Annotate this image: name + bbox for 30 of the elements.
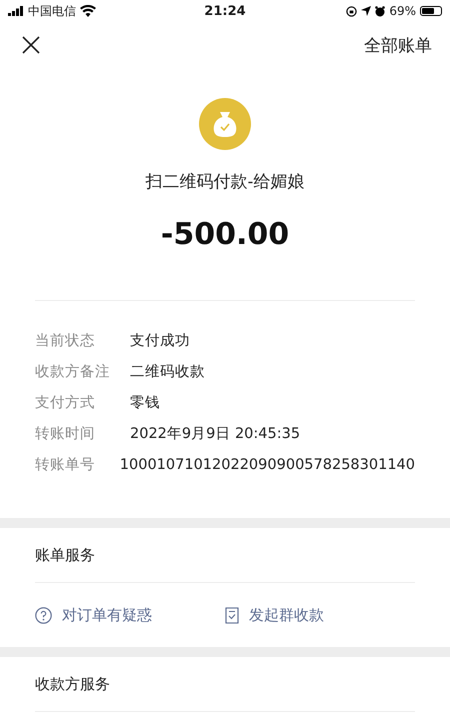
rotation-lock-icon (346, 6, 358, 16)
carrier-name: 中国电信 (28, 2, 76, 20)
detail-value: 零钱 (130, 394, 160, 412)
detail-value: 2022年9月9日 20:45:35 (130, 425, 300, 443)
question-icon (35, 606, 52, 624)
clock-time: 21:24 (204, 4, 246, 18)
payment-amount: -500.00 (160, 217, 290, 252)
section-title: 账单服务 (34, 544, 96, 566)
alarm-icon (375, 6, 386, 16)
payment-title: 扫二维码付款-给媚娘 (146, 171, 304, 193)
detail-value: 二维码收款 (130, 362, 205, 381)
checklist-icon (225, 606, 239, 624)
money-bag-icon (199, 98, 251, 150)
detail-label: 转账时间 (35, 425, 96, 443)
detail-value: 10001071012022090900578258301140 (120, 456, 415, 472)
detail-label: 支付方式 (35, 394, 96, 412)
battery-percent: 69% (389, 4, 416, 18)
detail-label: 收款方备注 (35, 362, 111, 381)
battery-icon (420, 6, 442, 16)
detail-label: 转账单号 (35, 456, 96, 474)
group-collect-link[interactable]: 发起群收款 (225, 606, 415, 624)
detail-value: 支付成功 (130, 332, 190, 350)
location-icon (361, 6, 372, 16)
signal-icon (8, 6, 24, 16)
close-button[interactable] (22, 36, 40, 54)
wifi-icon (80, 5, 96, 17)
question-link[interactable]: 对订单有疑惑 (35, 606, 225, 624)
detail-label: 当前状态 (35, 332, 96, 350)
all-bills-button[interactable]: 全部账单 (364, 34, 432, 56)
section-title: 收款方服务 (34, 674, 111, 694)
